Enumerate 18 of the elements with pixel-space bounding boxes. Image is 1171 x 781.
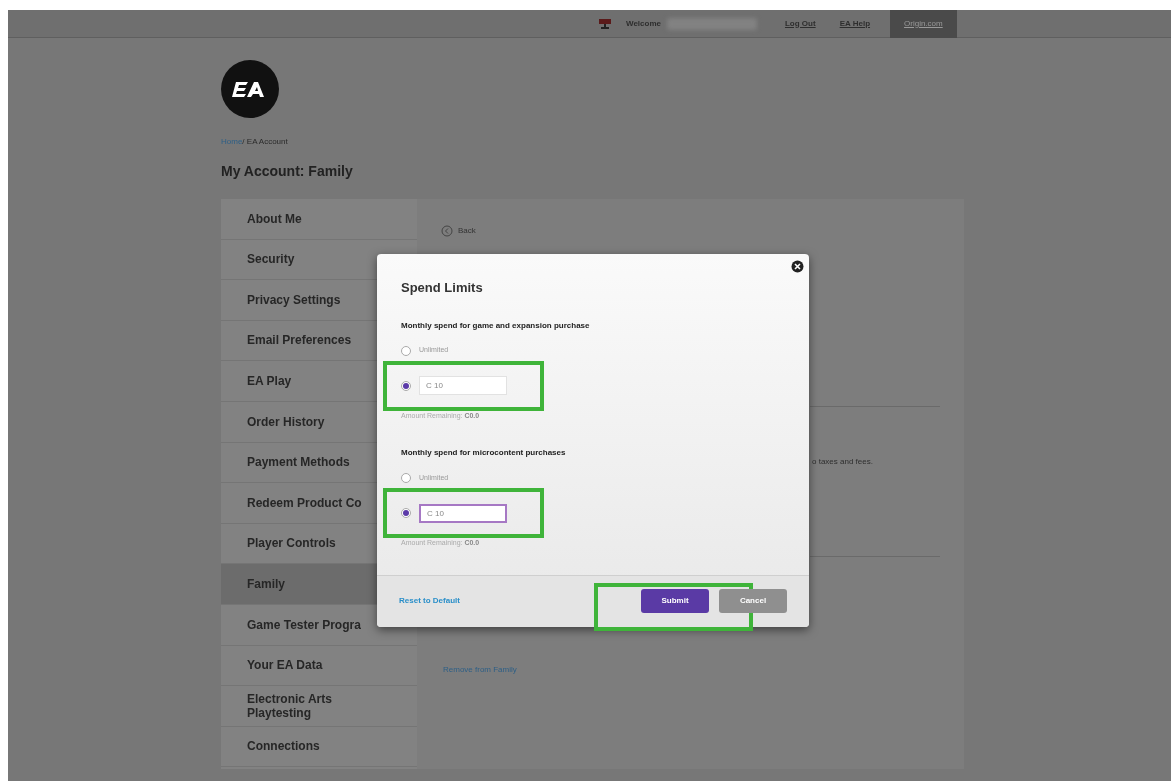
page-title: My Account: Family [221, 162, 354, 181]
top-nav-link[interactable]: EA Help [827, 9, 882, 38]
ea-logo [221, 60, 279, 118]
radio-button[interactable] [401, 345, 411, 356]
top-nav-link[interactable]: Origin.com [890, 9, 957, 38]
submit-button[interactable]: Submit [641, 589, 709, 614]
radio-button[interactable] [401, 380, 411, 391]
radio-button[interactable] [401, 473, 411, 483]
monitor-icon[interactable] [598, 17, 612, 30]
breadcrumb-current: / EA Account [242, 137, 288, 146]
radio-button[interactable] [401, 508, 411, 518]
welcome-text: Welcome [626, 17, 661, 30]
amount-field[interactable]: C 10 [419, 376, 507, 395]
cancel-button[interactable]: Cancel [719, 589, 787, 614]
amount-field[interactable]: C 10 [419, 503, 507, 523]
close-icon[interactable] [791, 260, 804, 273]
top-nav-link[interactable]: Log Out [773, 9, 828, 38]
back-link[interactable]: Back [458, 225, 476, 237]
